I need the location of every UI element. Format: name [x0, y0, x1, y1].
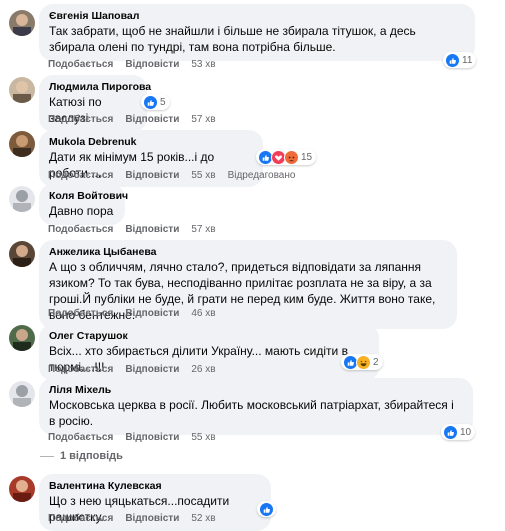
reaction-count: 5 — [160, 96, 166, 108]
like-button[interactable]: Подобається — [48, 170, 113, 181]
avatar[interactable] — [9, 381, 35, 407]
avatar[interactable] — [9, 476, 35, 502]
avatar[interactable] — [9, 325, 35, 351]
comment-bubble: Ліля Міхель Московська церква в росії. Л… — [39, 378, 473, 435]
comment-time[interactable]: 57 хв — [191, 114, 215, 125]
avatar[interactable] — [9, 131, 35, 157]
comment-author[interactable]: Людмила Пирогова — [49, 80, 151, 94]
avatar[interactable] — [9, 241, 35, 267]
avatar[interactable] — [9, 77, 35, 103]
like-button[interactable]: Подобається — [48, 308, 113, 319]
like-button[interactable]: Подобається — [48, 59, 113, 70]
haha-icon — [356, 354, 371, 370]
angry-icon — [284, 149, 299, 165]
reply-button[interactable]: Відповісти — [125, 224, 179, 235]
reply-button[interactable]: Відповісти — [125, 308, 179, 319]
comment-author[interactable]: Mukola Debrenuk — [49, 135, 253, 149]
like-button[interactable]: Подобається — [48, 432, 113, 443]
reply-button[interactable]: Відповісти — [125, 114, 179, 125]
comment-actions: Подобається Відповісти 52 хв — [48, 513, 228, 524]
comment-author[interactable]: Коля Войтович — [49, 189, 128, 203]
comment-text: Так забрати, щоб не знайшли і більше не … — [49, 24, 416, 54]
comment-time[interactable]: 55 хв — [191, 170, 215, 181]
like-button[interactable]: Подобається — [48, 364, 113, 375]
comment-text: Давно пора — [49, 204, 114, 218]
avatar[interactable] — [9, 186, 35, 212]
reactions-badge[interactable]: 5 — [141, 94, 170, 110]
like-button[interactable]: Подобається — [48, 224, 113, 235]
comment-time[interactable]: 46 хв — [191, 308, 215, 319]
reply-connector — [40, 455, 54, 457]
comment-time[interactable]: 26 хв — [191, 364, 215, 375]
reply-button[interactable]: Відповісти — [125, 364, 179, 375]
avatar[interactable] — [9, 10, 35, 36]
comment-author[interactable]: Валентина Кулевская — [49, 479, 261, 493]
reaction-count: 15 — [301, 151, 313, 163]
reaction-count: 11 — [462, 54, 473, 66]
comment-actions: Подобається Відповісти 26 хв — [48, 364, 228, 375]
like-button[interactable]: Подобається — [48, 513, 113, 524]
like-icon — [445, 52, 460, 68]
comment-time[interactable]: 55 хв — [191, 432, 215, 443]
comment-actions: Подобається Відповісти 57 хв — [48, 114, 228, 125]
reply-button[interactable]: Відповісти — [125, 59, 179, 70]
comment-author[interactable]: Анжелика Цыбанева — [49, 245, 447, 259]
reactions-badge[interactable]: 2 — [341, 354, 383, 370]
like-icon — [259, 501, 274, 517]
edited-label: Відредаговано — [227, 170, 296, 181]
reaction-count: 10 — [460, 426, 472, 438]
reactions-badge[interactable]: 10 — [441, 424, 476, 440]
comment-author[interactable]: Євгенія Шаповал — [49, 9, 465, 23]
like-icon — [443, 424, 458, 440]
like-button[interactable]: Подобається — [48, 114, 113, 125]
reply-button[interactable]: Відповісти — [125, 432, 179, 443]
reply-button[interactable]: Відповісти — [125, 170, 179, 181]
reaction-count: 2 — [373, 356, 379, 368]
replies-count[interactable]: 1 відповідь — [60, 450, 123, 462]
comment-actions: Подобається Відповісти 46 хв — [48, 308, 228, 319]
like-icon — [143, 94, 158, 110]
comment-author[interactable]: Олег Старушок — [49, 329, 369, 343]
comment-author[interactable]: Ліля Міхель — [49, 383, 463, 397]
comment-time[interactable]: 53 хв — [191, 59, 215, 70]
comment-actions: Подобається Відповісти 55 хв Відредаговано — [48, 170, 307, 181]
reactions-badge[interactable] — [257, 501, 276, 517]
comment-time[interactable]: 52 хв — [191, 513, 215, 524]
view-replies-link[interactable]: 1 відповідь — [40, 450, 123, 462]
reactions-badge[interactable]: 15 — [256, 149, 317, 165]
reactions-badge[interactable]: 11 — [443, 52, 477, 68]
comment-text: Московська церква в росії. Любить москов… — [49, 398, 454, 428]
comment-actions: Подобається Відповісти 57 хв — [48, 224, 228, 235]
comment-bubble: Коля Войтович Давно пора — [39, 184, 128, 225]
comment-bubble: Євгенія Шаповал Так забрати, щоб не знай… — [39, 4, 475, 61]
comment-time[interactable]: 57 хв — [191, 224, 215, 235]
reply-button[interactable]: Відповісти — [125, 513, 179, 524]
comment-actions: Подобається Відповісти 55 хв — [48, 432, 228, 443]
comment-actions: Подобається Відповісти 53 хв — [48, 59, 228, 70]
